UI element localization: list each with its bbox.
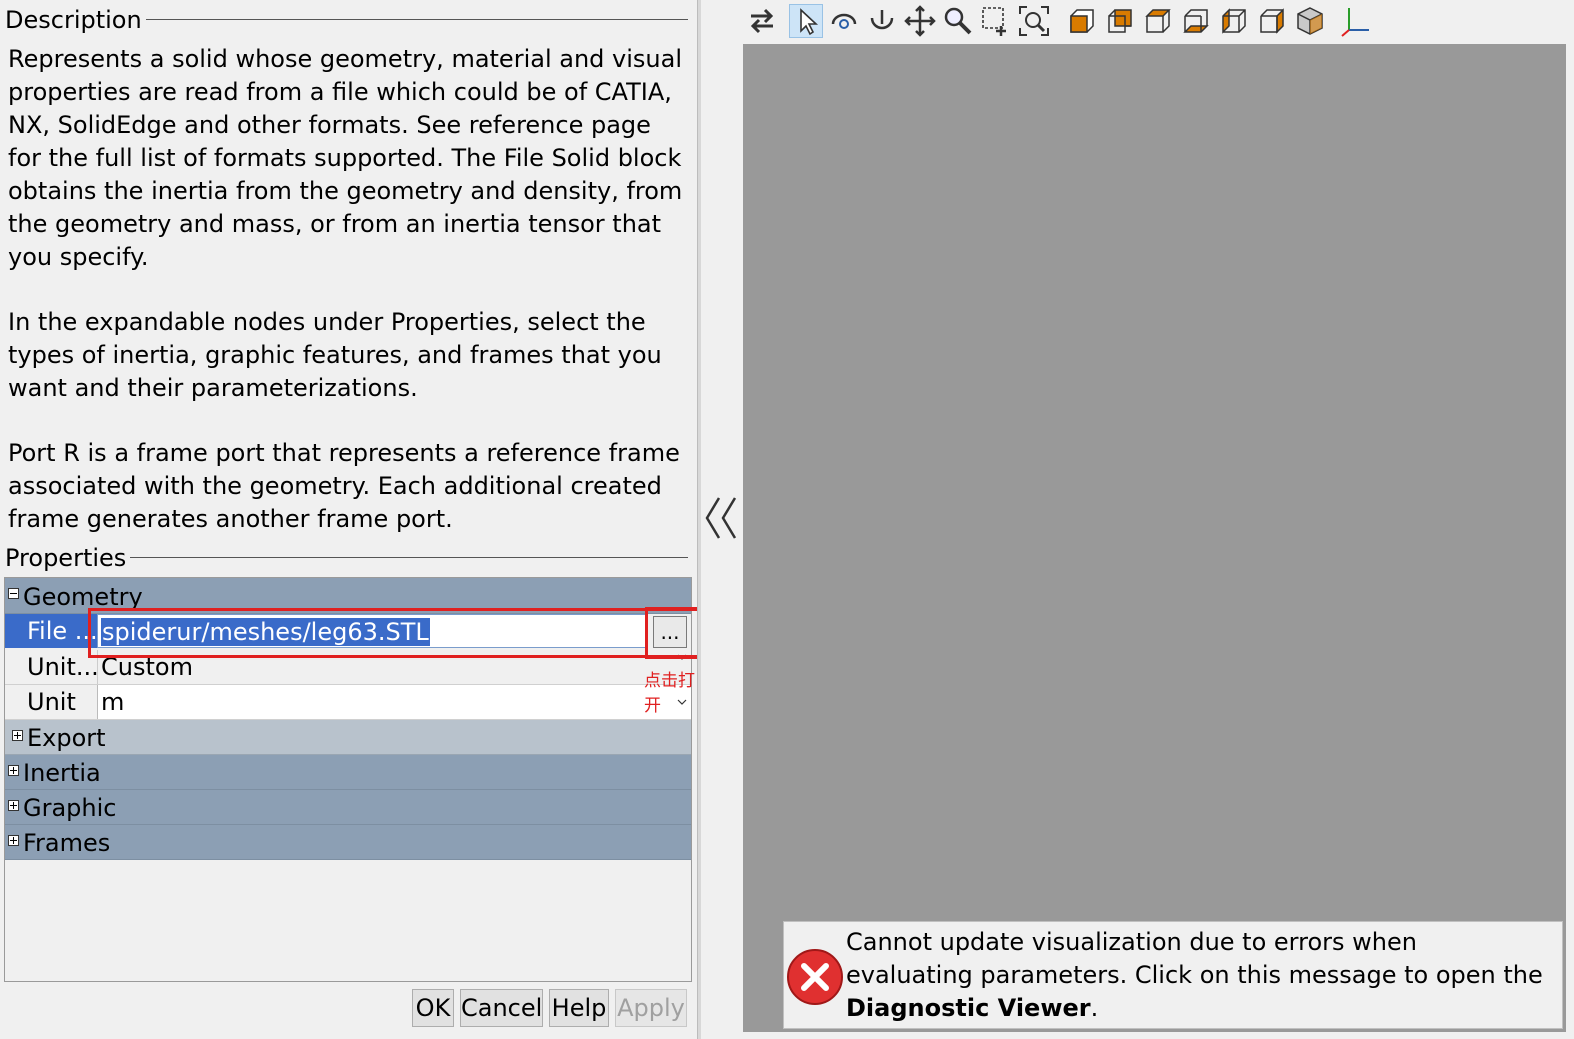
unit-value: m bbox=[101, 688, 125, 716]
magnifier-icon bbox=[944, 7, 972, 35]
file-name-label: File ... bbox=[5, 614, 97, 648]
view-top-button[interactable] bbox=[1141, 4, 1175, 38]
annotation-text: 点击打开 bbox=[644, 671, 695, 716]
collapse-icon[interactable] bbox=[8, 588, 19, 599]
annotation-highlight-box bbox=[645, 607, 705, 659]
3d-viewport[interactable] bbox=[743, 44, 1566, 1032]
cube-top-icon bbox=[1145, 9, 1171, 33]
view-front-button[interactable] bbox=[1065, 4, 1099, 38]
description-divider bbox=[136, 19, 688, 20]
description-paragraph-3: Port R is a frame port that represents a… bbox=[8, 439, 680, 533]
view-isometric-button[interactable] bbox=[1293, 4, 1327, 38]
pan-button[interactable] bbox=[903, 4, 937, 38]
expand-icon[interactable] bbox=[8, 765, 19, 776]
description-paragraph-2: In the expandable nodes under Properties… bbox=[8, 308, 662, 402]
view-right-button[interactable] bbox=[1255, 4, 1289, 38]
double-chevron-left-icon bbox=[705, 497, 737, 539]
error-message-bar[interactable]: Cannot update visualization due to error… bbox=[783, 921, 1563, 1029]
export-label: Export bbox=[27, 724, 106, 752]
select-button[interactable] bbox=[789, 4, 823, 38]
swap-button[interactable] bbox=[745, 4, 779, 38]
unit-row: Unit m bbox=[5, 685, 691, 720]
diagnostic-viewer-link[interactable]: Diagnostic Viewer bbox=[846, 994, 1091, 1022]
roll-button[interactable] bbox=[865, 4, 899, 38]
zoom-box-icon bbox=[982, 7, 1006, 36]
cancel-button[interactable]: Cancel bbox=[460, 989, 543, 1027]
cube-bottom-icon bbox=[1183, 9, 1209, 33]
frames-label: Frames bbox=[23, 829, 111, 857]
view-back-button[interactable] bbox=[1103, 4, 1137, 38]
view-left-button[interactable] bbox=[1217, 4, 1251, 38]
expand-icon[interactable] bbox=[12, 730, 23, 741]
cube-isometric-icon bbox=[1297, 7, 1323, 35]
error-text-main: Cannot update visualization due to error… bbox=[846, 928, 1543, 989]
expand-icon[interactable] bbox=[8, 835, 19, 846]
axes-triad-icon bbox=[1341, 8, 1369, 37]
cube-right-icon bbox=[1260, 8, 1284, 34]
view-toolbar bbox=[743, 0, 1574, 44]
description-title: Description bbox=[5, 5, 146, 35]
graphic-node[interactable]: Graphic bbox=[5, 790, 691, 825]
graphic-label: Graphic bbox=[23, 794, 117, 822]
pointer-icon bbox=[800, 8, 819, 36]
inertia-label: Inertia bbox=[23, 759, 101, 787]
zoom-button[interactable] bbox=[941, 4, 975, 38]
rotate-icon bbox=[831, 13, 857, 29]
file-units-label: Unit... bbox=[27, 653, 97, 681]
pan-icon bbox=[904, 5, 936, 37]
inertia-node[interactable]: Inertia bbox=[5, 755, 691, 790]
error-icon bbox=[787, 949, 843, 1005]
apply-button[interactable]: Apply bbox=[615, 989, 687, 1027]
frames-node[interactable]: Frames bbox=[5, 825, 691, 860]
export-node[interactable]: Export bbox=[5, 720, 691, 755]
collapse-panel-button[interactable] bbox=[701, 488, 743, 548]
annotation-highlight-box bbox=[88, 608, 704, 658]
swap-arrows-icon bbox=[750, 8, 774, 34]
fit-to-view-button[interactable] bbox=[1017, 4, 1051, 38]
zoom-box-button[interactable] bbox=[979, 4, 1013, 38]
help-button[interactable]: Help bbox=[549, 989, 609, 1027]
properties-title: Properties bbox=[5, 543, 131, 573]
view-bottom-button[interactable] bbox=[1179, 4, 1213, 38]
axes-button[interactable] bbox=[1339, 4, 1373, 38]
cube-left-icon bbox=[1222, 8, 1246, 34]
error-text-end: . bbox=[1090, 994, 1099, 1022]
visualization-panel bbox=[701, 0, 1574, 1039]
fit-view-icon bbox=[1019, 6, 1049, 36]
rotate-button[interactable] bbox=[827, 4, 861, 38]
description-paragraph-1: Represents a solid whose geometry, mater… bbox=[8, 45, 683, 271]
left-panel: Description Represents a solid whose geo… bbox=[0, 0, 705, 1039]
cube-back-icon bbox=[1108, 9, 1132, 33]
roll-icon bbox=[870, 10, 894, 30]
unit-label: Unit bbox=[27, 688, 76, 716]
cube-front-icon bbox=[1070, 9, 1094, 33]
unit-select[interactable]: m bbox=[97, 685, 691, 719]
properties-divider bbox=[124, 557, 688, 558]
expand-icon[interactable] bbox=[8, 800, 19, 811]
error-message-text: Cannot update visualization due to error… bbox=[846, 926, 1546, 1025]
ok-button[interactable]: OK bbox=[412, 989, 454, 1027]
